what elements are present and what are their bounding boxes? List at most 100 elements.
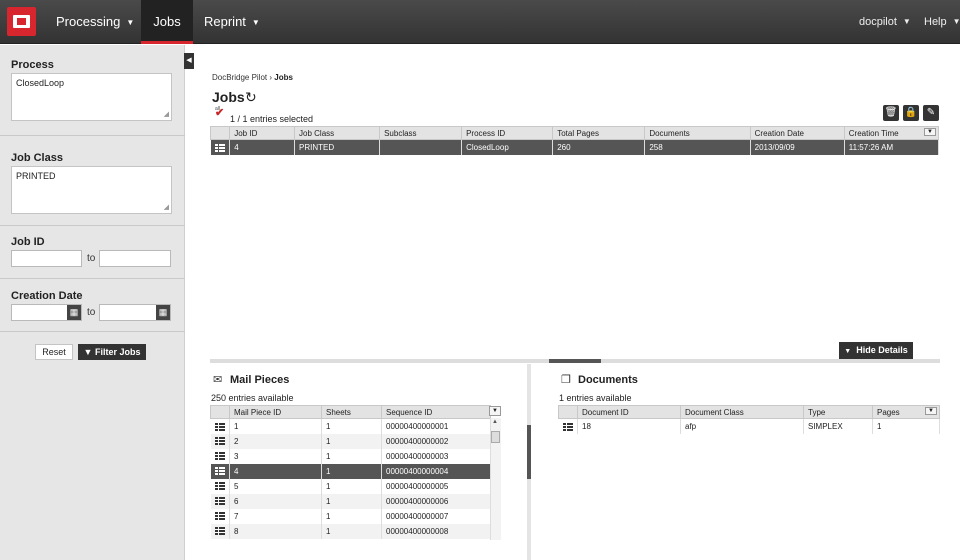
hide-details-label: Hide Details <box>856 345 908 355</box>
select-all-checkbox[interactable]: ✔ <box>215 108 225 120</box>
nav-jobs-tab[interactable]: Jobs <box>141 0 193 44</box>
jobs-table-header: Job ID Job Class Subclass Process ID Tot… <box>209 126 940 140</box>
row-details-icon[interactable] <box>214 527 225 536</box>
calendar-icon[interactable]: ▦ <box>156 305 170 320</box>
chevron-down-icon: ▼ <box>844 348 852 355</box>
job-id-from-input[interactable] <box>11 250 82 267</box>
table-row[interactable]: 4 1 00000400000004 <box>210 463 491 479</box>
cell-pages: 1 <box>872 418 940 434</box>
envelope-icon: ✉ <box>213 374 223 386</box>
row-details-icon[interactable] <box>214 497 225 506</box>
cell-sheets: 1 <box>321 463 382 479</box>
column-menu-icon[interactable]: ▼ <box>924 128 936 136</box>
row-details-icon[interactable] <box>214 467 225 476</box>
table-row[interactable]: 7 1 00000400000007 <box>210 508 491 524</box>
job-id-to-input[interactable] <box>99 250 171 267</box>
resize-grip-icon[interactable]: ◢ <box>164 203 169 211</box>
documents-table-header: Document ID Document Class Type Pages ▼ <box>558 405 940 419</box>
column-header-process-id[interactable]: Process ID <box>461 126 554 140</box>
column-header-icon <box>209 126 231 140</box>
cell-mail-piece-id: 2 <box>229 433 322 449</box>
cell-total-pages: 260 <box>552 139 646 155</box>
column-header-sheets[interactable]: Sheets <box>321 405 382 419</box>
mail-pieces-table: Mail Piece ID Sheets Sequence ID 1 1 000… <box>210 405 491 539</box>
row-details-icon[interactable] <box>214 422 225 431</box>
column-header-creation-date[interactable]: Creation Date <box>749 126 845 140</box>
row-details-icon[interactable] <box>214 452 225 461</box>
table-row[interactable]: 4 PRINTED ClosedLoop 260 258 2013/09/09 … <box>210 139 940 155</box>
column-header-document-id[interactable]: Document ID <box>577 405 681 419</box>
cell-sheets: 1 <box>321 493 382 509</box>
lock-icon[interactable]: 🔒 <box>903 105 919 121</box>
scroll-thumb[interactable] <box>491 431 500 443</box>
help-label: Help <box>924 16 947 28</box>
collapse-sidebar-icon[interactable]: ◀ <box>184 53 194 69</box>
nav-processing-menu[interactable]: Processing ▼ <box>56 0 134 44</box>
table-row[interactable]: 2 1 00000400000002 <box>210 433 491 449</box>
column-header-sequence-id[interactable]: Sequence ID <box>381 405 491 419</box>
resize-grip-icon[interactable]: ◢ <box>164 110 169 118</box>
column-header-subclass[interactable]: Subclass <box>379 126 463 140</box>
column-header-document-class[interactable]: Document Class <box>680 405 804 419</box>
table-row[interactable]: 1 1 00000400000001 <box>210 418 491 434</box>
column-header-type[interactable]: Type <box>803 405 873 419</box>
column-header-creation-time[interactable]: Creation Time ▼ <box>843 126 940 140</box>
cell-subclass <box>379 139 463 155</box>
row-details-icon[interactable] <box>214 437 225 446</box>
column-header-job-id[interactable]: Job ID <box>229 126 296 140</box>
row-details-icon[interactable] <box>214 512 225 521</box>
column-header-mail-piece-id[interactable]: Mail Piece ID <box>229 405 322 419</box>
chevron-down-icon: ▼ <box>902 17 911 26</box>
cell-sequence-id: 00000400000001 <box>381 418 491 434</box>
table-row[interactable]: 3 1 00000400000003 <box>210 448 491 464</box>
splitter-handle[interactable] <box>549 359 601 363</box>
refresh-icon[interactable]: ↻ <box>245 89 257 106</box>
chevron-down-icon: ▼ <box>126 18 135 27</box>
jobs-table: Job ID Job Class Subclass Process ID Tot… <box>209 126 940 155</box>
edit-icon[interactable]: ✎ <box>923 105 939 121</box>
column-header-pages-label: Pages <box>877 407 900 417</box>
reset-button[interactable]: Reset <box>35 344 73 360</box>
column-header-documents[interactable]: Documents <box>644 126 751 140</box>
column-header-pages[interactable]: Pages ▼ <box>872 405 940 419</box>
cell-sheets: 1 <box>321 508 382 524</box>
cell-creation-date: 2013/09/09 <box>750 139 845 155</box>
filter-jobs-button[interactable]: ▼ Filter Jobs <box>78 344 146 360</box>
nav-reprint-menu[interactable]: Reprint ▼ <box>204 0 260 44</box>
column-menu-icon[interactable]: ▼ <box>489 406 501 416</box>
breadcrumb-root[interactable]: DocBridge Pilot <box>212 73 267 82</box>
job-id-label: Job ID <box>11 236 45 248</box>
column-header-total-pages[interactable]: Total Pages <box>552 126 646 140</box>
nav-jobs-label: Jobs <box>153 14 181 29</box>
cell-sheets: 1 <box>321 433 382 449</box>
documents-icon: ❐ <box>561 374 571 386</box>
cell-mail-piece-id: 7 <box>229 508 322 524</box>
job-class-field[interactable]: PRINTED ◢ <box>11 166 172 214</box>
row-details-icon[interactable] <box>562 422 573 431</box>
hide-details-button[interactable]: ▼ Hide Details <box>839 342 913 359</box>
row-details-icon[interactable] <box>214 143 225 152</box>
documents-title: Documents <box>578 374 638 386</box>
calendar-icon[interactable]: ▦ <box>67 305 81 320</box>
cell-sequence-id: 00000400000005 <box>381 478 491 494</box>
mail-pieces-title: Mail Pieces <box>230 374 290 386</box>
help-menu[interactable]: Help ▼ <box>924 0 960 44</box>
column-menu-icon[interactable]: ▼ <box>925 407 937 415</box>
vertical-splitter-handle[interactable] <box>527 425 531 479</box>
mail-pieces-table-header: Mail Piece ID Sheets Sequence ID <box>210 405 491 419</box>
process-label: Process <box>11 59 54 71</box>
table-row[interactable]: 5 1 00000400000005 <box>210 478 491 494</box>
table-row[interactable]: 6 1 00000400000006 <box>210 493 491 509</box>
docbridge-logo-icon[interactable] <box>7 7 36 36</box>
row-details-icon[interactable] <box>214 482 225 491</box>
process-field[interactable]: ClosedLoop ◢ <box>11 73 172 121</box>
cell-process-id: ClosedLoop <box>461 139 554 155</box>
table-row[interactable]: 8 1 00000400000008 <box>210 523 491 539</box>
column-header-icon <box>210 405 230 419</box>
scroll-up-icon[interactable]: ▲ <box>492 419 498 425</box>
delete-icon[interactable]: 🗑 <box>883 105 899 121</box>
table-row[interactable]: 18 afp SIMPLEX 1 <box>558 418 940 434</box>
cell-sequence-id: 00000400000006 <box>381 493 491 509</box>
user-menu[interactable]: docpilot ▼ <box>859 0 911 44</box>
column-header-job-class[interactable]: Job Class <box>294 126 381 140</box>
